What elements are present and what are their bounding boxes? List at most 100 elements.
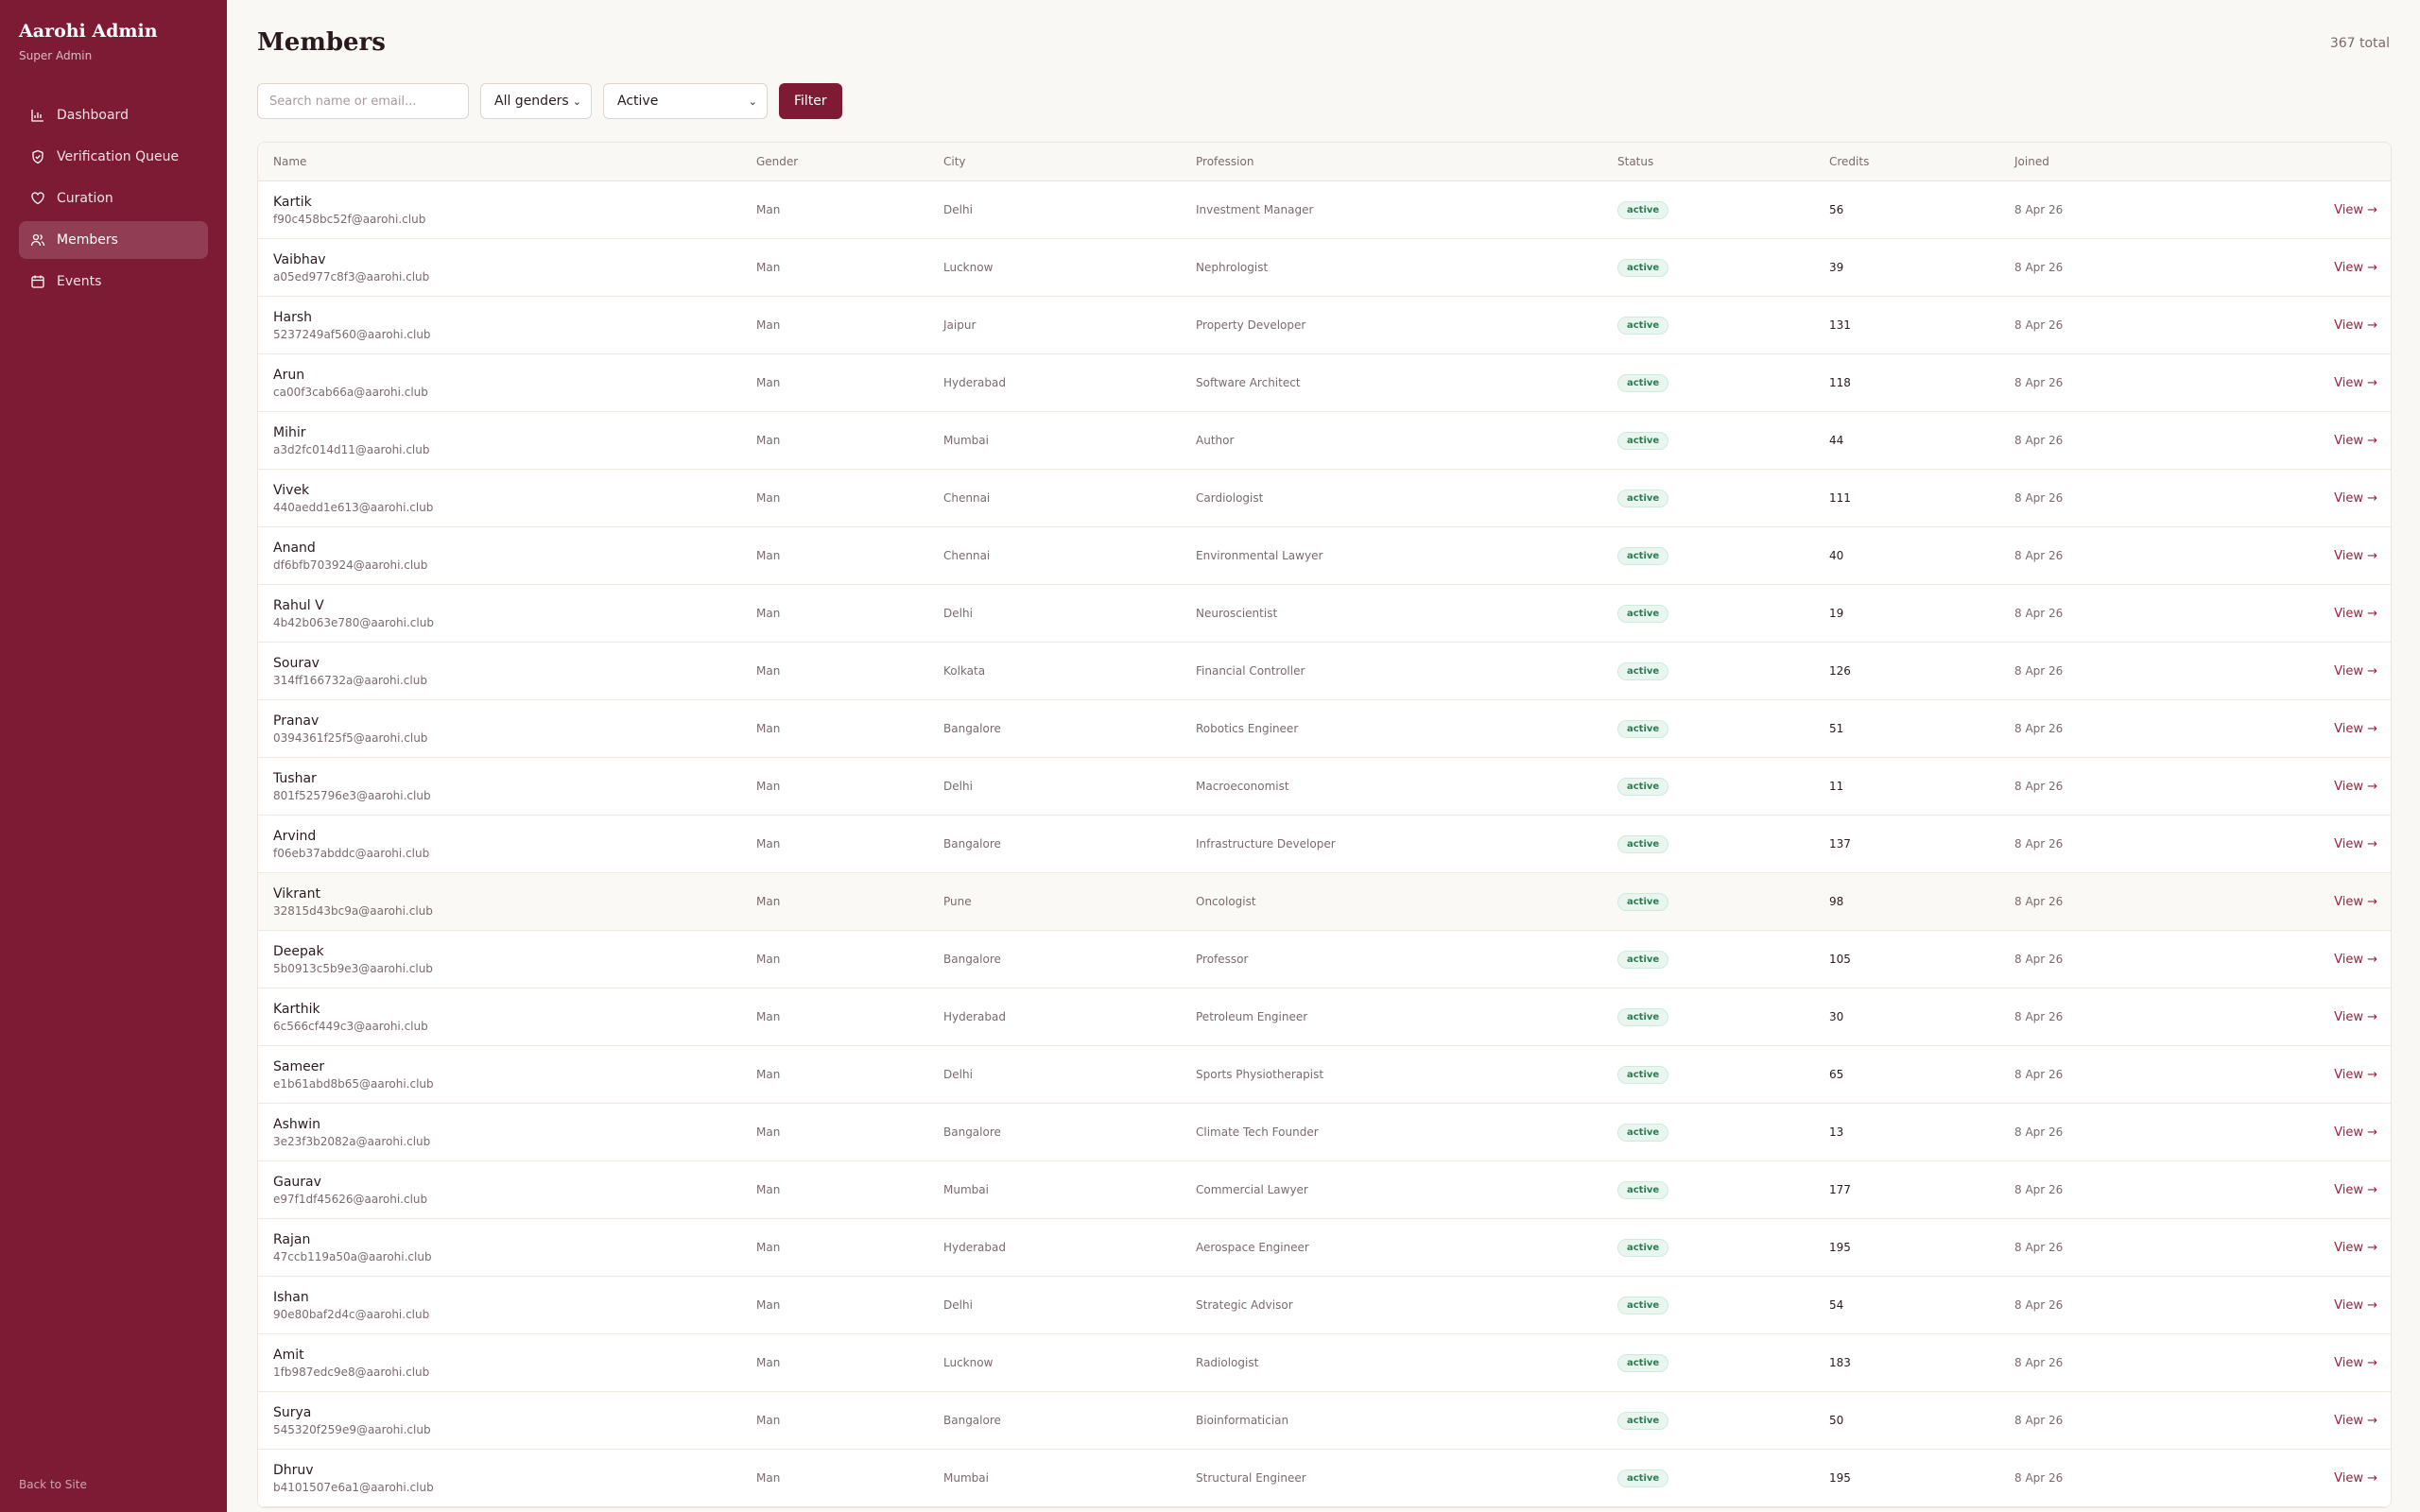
view-member-link[interactable]: View →	[2334, 953, 2377, 967]
table-row[interactable]: Rajan 47ccb119a50a@aarohi.club Man Hyderaba…	[258, 1219, 2391, 1277]
member-profession: Property Developer	[1196, 318, 1306, 332]
status-cell: active	[1617, 1450, 1669, 1506]
member-credits: 137	[1829, 837, 1851, 850]
member-city: Bangalore	[943, 722, 1001, 735]
table-row[interactable]: Gaurav e97f1df45626@aarohi.club Man Mumbai C…	[258, 1161, 2391, 1219]
table-row[interactable]: Vikrant 32815d43bc9a@aarohi.club Man Pune On…	[258, 873, 2391, 931]
view-member-link[interactable]: View →	[2334, 491, 2377, 506]
table-row[interactable]: Sameer e1b61abd8b65@aarohi.club Man Delhi Sp…	[258, 1046, 2391, 1104]
view-member-link[interactable]: View →	[2334, 607, 2377, 621]
table-row[interactable]: Kartik f90c458bc52f@aarohi.club Man Delhi In…	[258, 181, 2391, 239]
table-row[interactable]: Deepak 5b0913c5b9e3@aarohi.club Man Bangalo…	[258, 931, 2391, 988]
member-profession: Oncologist	[1196, 895, 1256, 908]
member-email: 1fb987edc9e8@aarohi.club	[273, 1365, 430, 1379]
member-email: 545320f259e9@aarohi.club	[273, 1422, 431, 1436]
status-badge: active	[1617, 1238, 1669, 1257]
member-email: f90c458bc52f@aarohi.club	[273, 212, 426, 226]
member-city: Pune	[943, 895, 972, 908]
view-member-link[interactable]: View →	[2334, 664, 2377, 679]
table-row[interactable]: Pranav 0394361f25f5@aarohi.club Man Bangalo…	[258, 700, 2391, 758]
view-member-link[interactable]: View →	[2334, 837, 2377, 851]
table-row[interactable]: Ishan 90e80baf2d4c@aarohi.club Man Delhi Str…	[258, 1277, 2391, 1334]
view-member-link[interactable]: View →	[2334, 549, 2377, 563]
status-badge: active	[1617, 200, 1669, 219]
status-select[interactable]: Active ⌄	[603, 83, 768, 119]
member-credits: 131	[1829, 318, 1851, 332]
view-member-link[interactable]: View →	[2334, 1414, 2377, 1428]
member-credits: 30	[1829, 1010, 1844, 1023]
member-email: a3d2fc014d11@aarohi.club	[273, 442, 430, 456]
member-name-cell: Kartik f90c458bc52f@aarohi.club	[273, 181, 425, 238]
table-row[interactable]: Vivek 440aedd1e613@aarohi.club Man Chennai C…	[258, 470, 2391, 527]
filter-button[interactable]: Filter	[779, 83, 842, 119]
member-name: Ashwin	[273, 1116, 320, 1132]
table-row[interactable]: Surya 545320f259e9@aarohi.club Man Bangalor…	[258, 1392, 2391, 1450]
view-member-link[interactable]: View →	[2334, 1241, 2377, 1255]
table-row[interactable]: Mihir a3d2fc014d11@aarohi.club Man Mumbai Au…	[258, 412, 2391, 470]
view-member-link[interactable]: View →	[2334, 1068, 2377, 1082]
table-row[interactable]: Karthik 6c566cf449c3@aarohi.club Man Hydera…	[258, 988, 2391, 1046]
member-joined: 8 Apr 26	[2014, 837, 2064, 850]
back-to-site-link[interactable]: Back to Site	[19, 1478, 87, 1491]
view-member-link[interactable]: View →	[2334, 318, 2377, 333]
member-gender: Man	[756, 837, 781, 850]
search-input[interactable]	[257, 83, 469, 119]
view-member-link[interactable]: View →	[2334, 1356, 2377, 1370]
gender-select[interactable]: All genders ⌄	[480, 83, 592, 119]
sidebar-item-verification-queue[interactable]: Verification Queue	[19, 138, 208, 176]
table-row[interactable]: Amit 1fb987edc9e8@aarohi.club Man Lucknow Ra…	[258, 1334, 2391, 1392]
status-badge: active	[1617, 1296, 1669, 1314]
view-member-link[interactable]: View →	[2334, 1471, 2377, 1486]
view-member-link[interactable]: View →	[2334, 1183, 2377, 1197]
table-row[interactable]: Rahul V 4b42b063e780@aarohi.club Man Delhi N…	[258, 585, 2391, 643]
sidebar-item-members[interactable]: Members	[19, 221, 208, 259]
chevron-down-icon: ⌄	[748, 94, 757, 108]
chevron-down-icon: ⌄	[572, 94, 581, 108]
view-member-link[interactable]: View →	[2334, 895, 2377, 909]
status-cell: active	[1617, 1334, 1669, 1391]
member-city: Delhi	[943, 1298, 973, 1312]
member-profession: Robotics Engineer	[1196, 722, 1299, 735]
view-member-link[interactable]: View →	[2334, 376, 2377, 390]
table-row[interactable]: Harsh 5237249af560@aarohi.club Man Jaipur Pr…	[258, 297, 2391, 354]
member-city: Bangalore	[943, 1414, 1001, 1427]
table-row[interactable]: Dhruv b4101507e6a1@aarohi.club Man Mumbai St…	[258, 1450, 2391, 1507]
table-row[interactable]: Anand df6bfb703924@aarohi.club Man Chennai E…	[258, 527, 2391, 585]
member-gender: Man	[756, 1356, 781, 1369]
table-row[interactable]: Arvind f06eb37abddc@aarohi.club Man Bangalo…	[258, 816, 2391, 873]
member-credits: 195	[1829, 1471, 1851, 1485]
view-member-link[interactable]: View →	[2334, 261, 2377, 275]
sidebar-item-label: Verification Queue	[57, 149, 180, 164]
table-row[interactable]: Tushar 801f525796e3@aarohi.club Man Delhi Ma…	[258, 758, 2391, 816]
member-joined: 8 Apr 26	[2014, 895, 2064, 908]
members-table: Name Gender City Profession Status Credi…	[257, 142, 2392, 1508]
view-member-link[interactable]: View →	[2334, 434, 2377, 448]
sidebar-item-curation[interactable]: Curation	[19, 180, 208, 217]
view-member-link[interactable]: View →	[2334, 1125, 2377, 1140]
status-cell: active	[1617, 1392, 1669, 1449]
status-cell: active	[1617, 412, 1669, 469]
member-profession: Bioinformatician	[1196, 1414, 1289, 1427]
sidebar-item-label: Curation	[57, 191, 113, 206]
table-body: Kartik f90c458bc52f@aarohi.club Man Delhi In…	[258, 181, 2391, 1507]
view-member-link[interactable]: View →	[2334, 1010, 2377, 1024]
member-name-cell: Karthik 6c566cf449c3@aarohi.club	[273, 988, 428, 1045]
calendar-icon	[30, 274, 45, 289]
table-row[interactable]: Ashwin 3e23f3b2082a@aarohi.club Man Bangalo…	[258, 1104, 2391, 1161]
view-member-link[interactable]: View →	[2334, 780, 2377, 794]
member-email: e1b61abd8b65@aarohi.club	[273, 1076, 434, 1091]
sidebar-item-events[interactable]: Events	[19, 263, 208, 301]
table-row[interactable]: Sourav 314ff166732a@aarohi.club Man Kolkata…	[258, 643, 2391, 700]
view-member-link[interactable]: View →	[2334, 1298, 2377, 1313]
status-cell: active	[1617, 931, 1669, 988]
sidebar-item-dashboard[interactable]: Dashboard	[19, 96, 208, 134]
status-select-value: Active	[617, 94, 659, 109]
table-row[interactable]: Arun ca00f3cab66a@aarohi.club Man Hyderabad…	[258, 354, 2391, 412]
member-city: Mumbai	[943, 434, 989, 447]
member-email: 6c566cf449c3@aarohi.club	[273, 1019, 428, 1033]
member-city: Hyderabad	[943, 1241, 1006, 1254]
member-joined: 8 Apr 26	[2014, 1068, 2064, 1081]
view-member-link[interactable]: View →	[2334, 722, 2377, 736]
view-member-link[interactable]: View →	[2334, 203, 2377, 217]
table-row[interactable]: Vaibhav a05ed977c8f3@aarohi.club Man Luckno…	[258, 239, 2391, 297]
